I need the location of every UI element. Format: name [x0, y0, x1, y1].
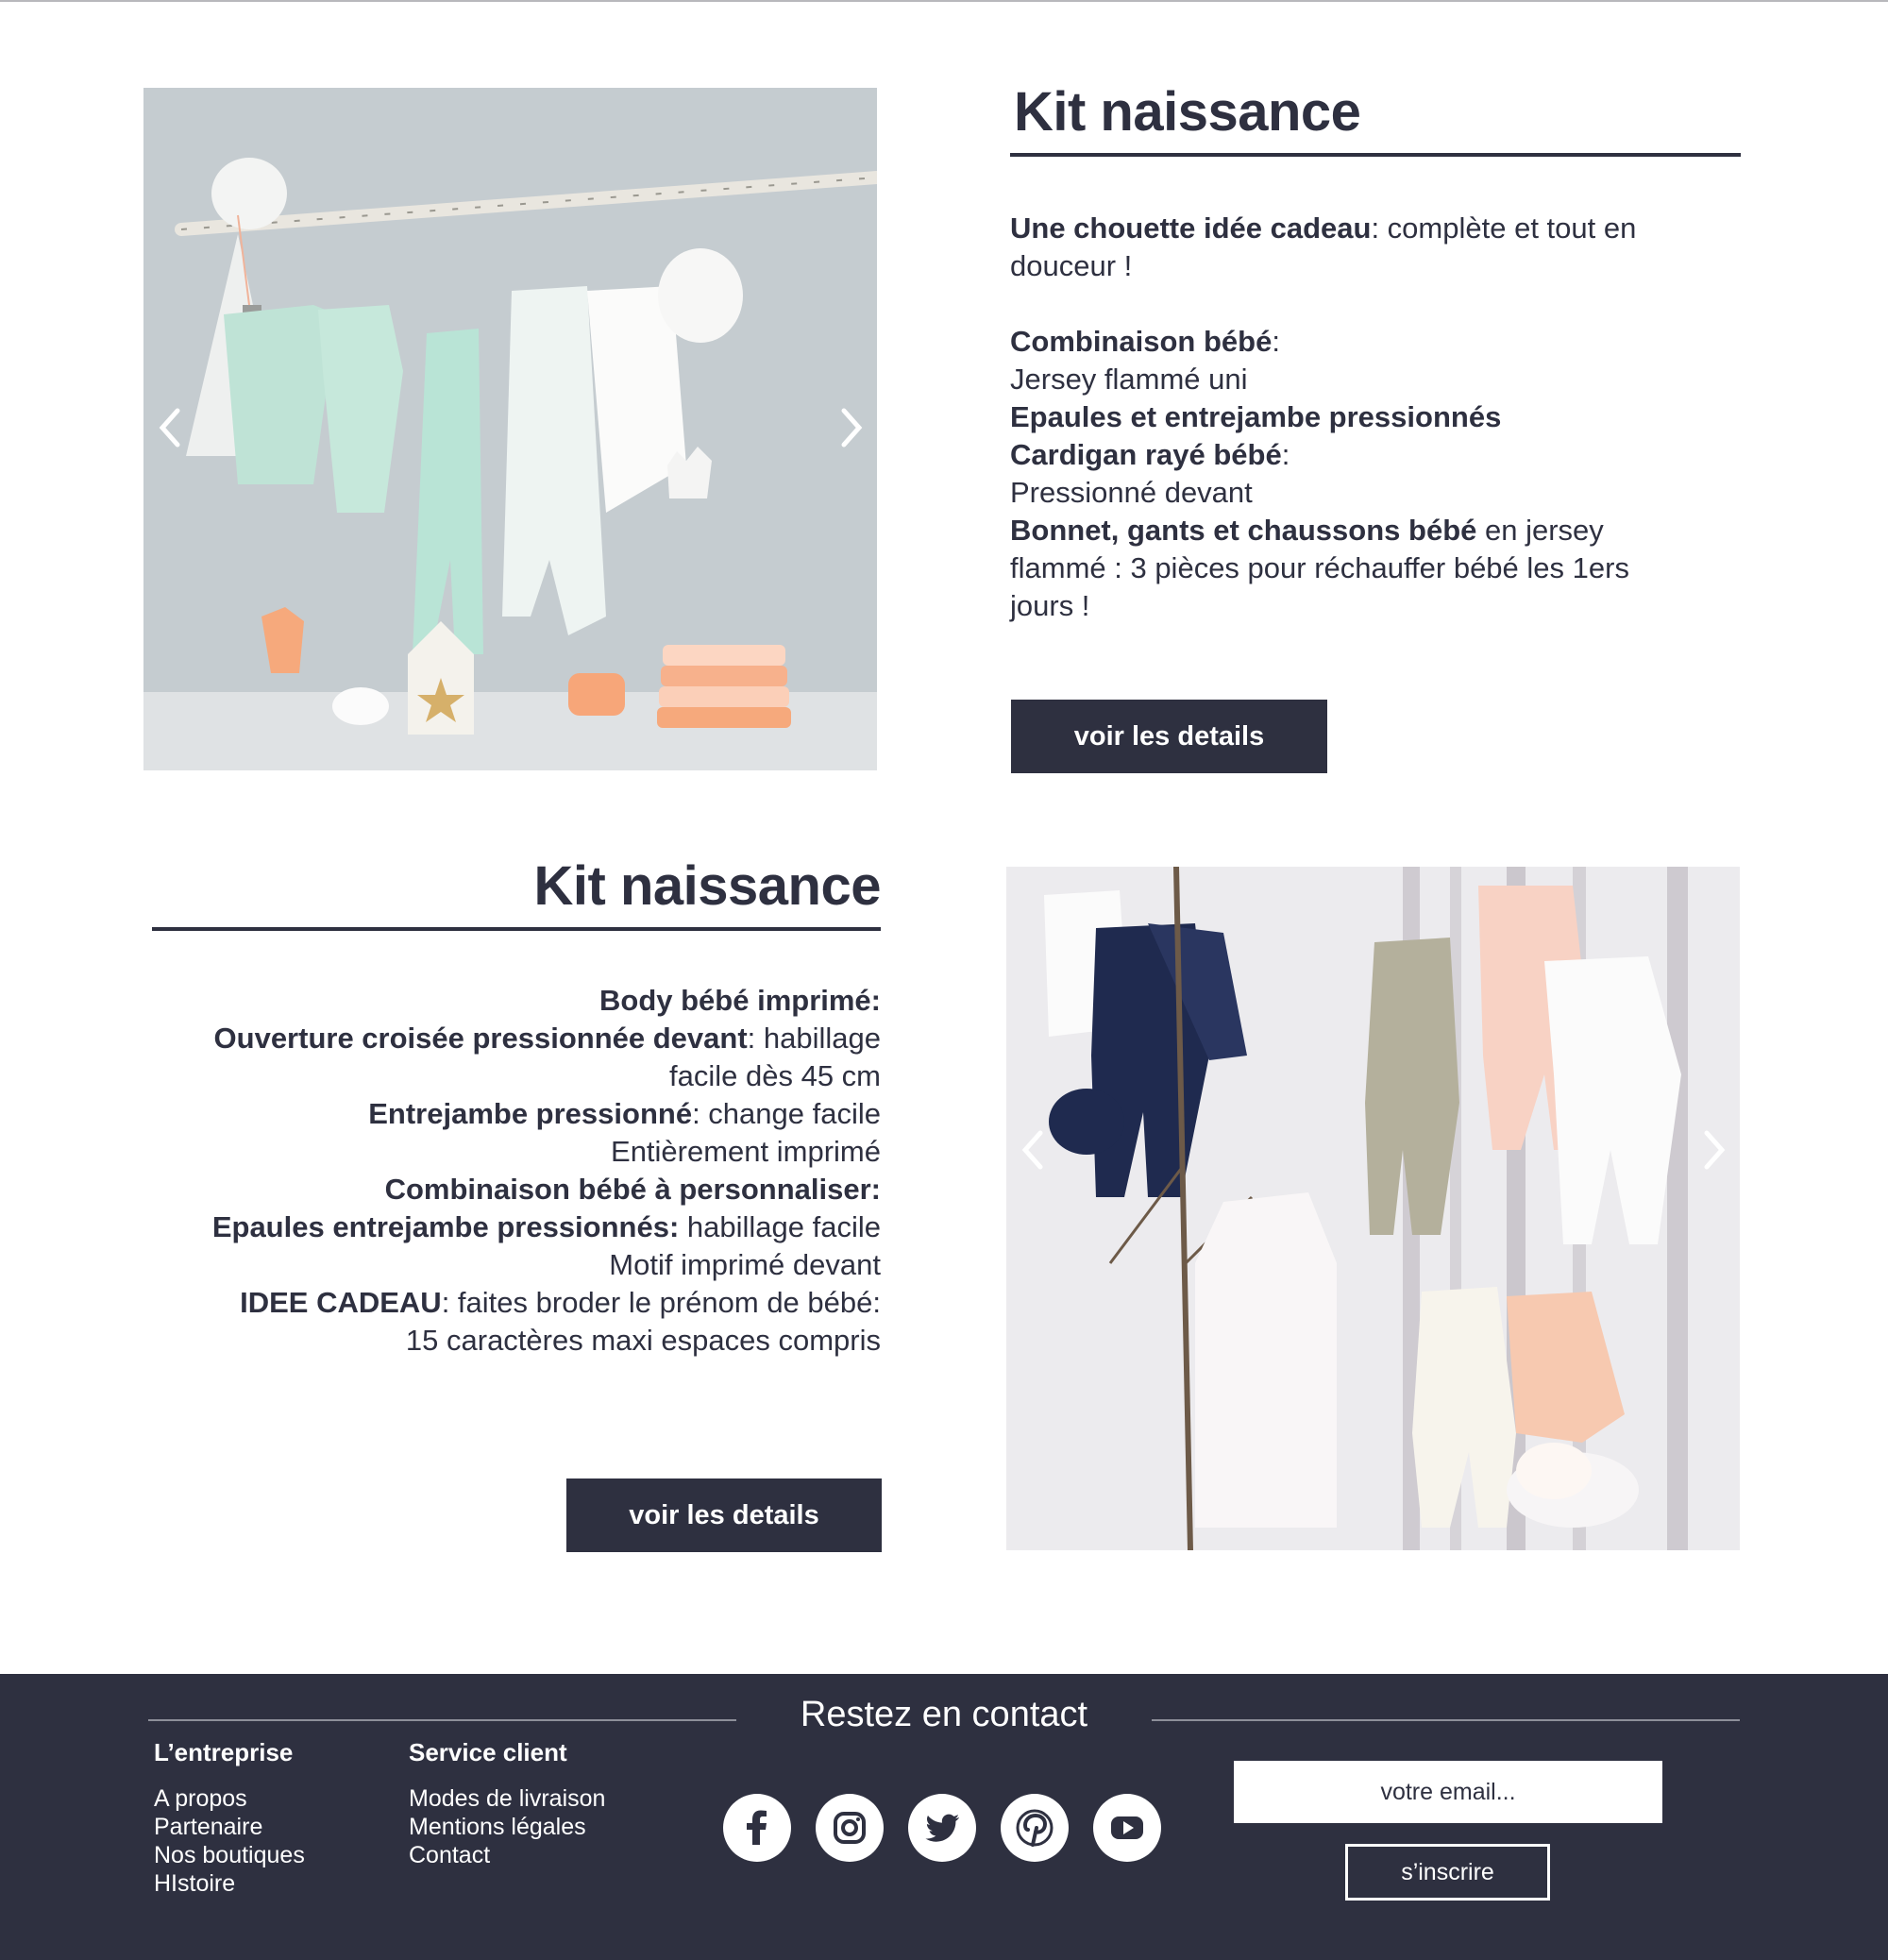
footer-column-title: L’entreprise [154, 1738, 294, 1766]
description-text: : change facile [692, 1097, 881, 1130]
description-line: Entièrement imprimé [149, 1133, 881, 1171]
product-description: Body bébé imprimé: Ouverture croisée pres… [149, 982, 881, 1360]
description-text: : complète et tout en [1371, 211, 1637, 245]
site-footer: Restez en contact L’entreprise A propos … [0, 1674, 1888, 1960]
footer-contact-title: Restez en contact [800, 1695, 1088, 1734]
footer-divider-right [1152, 1719, 1740, 1721]
description-line: IDEE CADEAU: faites broder le prénom de … [149, 1284, 881, 1322]
description-text: : [1281, 438, 1290, 471]
product-title: Kit naissance [1014, 81, 1361, 143]
description-line: Body bébé imprimé: [149, 982, 881, 1020]
title-underline [1010, 153, 1741, 157]
description-bold-text: Cardigan rayé bébé [1010, 438, 1282, 471]
description-line: Pressionné devant [1010, 474, 1741, 512]
description-text: facile dès 45 cm [669, 1059, 881, 1092]
carousel-prev-arrow-icon[interactable] [151, 399, 189, 456]
footer-link-partner[interactable]: Partenaire [154, 1813, 305, 1841]
description-bold-text: Combinaison bébé à personnaliser: [384, 1173, 881, 1206]
description-text: habillage facile [679, 1210, 881, 1243]
product-photo-baby-clothes [143, 88, 877, 770]
description-bold-text: Combinaison bébé [1010, 325, 1273, 358]
description-text: Pressionné devant [1010, 476, 1253, 509]
description-line: Motif imprimé devant [149, 1246, 881, 1284]
description-line: Cardigan rayé bébé: [1010, 436, 1741, 474]
description-text: flammé : 3 pièces pour réchauffer bébé l… [1010, 551, 1629, 584]
instagram-icon[interactable] [816, 1794, 884, 1862]
footer-link-delivery[interactable]: Modes de livraison [409, 1784, 605, 1813]
footer-column-customer-service: Service client Modes de livraison Mentio… [409, 1738, 605, 1869]
description-line: Epaules et entrejambe pressionnés [1010, 398, 1741, 436]
newsletter-email-input[interactable] [1234, 1761, 1662, 1823]
description-text: : habillage [747, 1022, 881, 1055]
description-bold-text: Une chouette idée cadeau [1010, 211, 1372, 245]
description-bold-text: Epaules entrejambe pressionnés: [211, 1210, 680, 1243]
description-text: jours ! [1010, 589, 1090, 622]
newsletter-subscribe-button[interactable]: s’inscrire [1345, 1844, 1550, 1901]
description-line: 15 caractères maxi espaces compris [149, 1322, 881, 1360]
description-text: Motif imprimé devant [609, 1248, 881, 1281]
description-line: Bonnet, gants et chaussons bébé en jerse… [1010, 512, 1741, 549]
footer-column-company: L’entreprise A propos Partenaire Nos bou… [154, 1738, 305, 1898]
description-line: Epaules entrejambe pressionnés: habillag… [149, 1208, 881, 1246]
description-bold-text: Body bébé imprimé: [599, 984, 881, 1017]
footer-column-title: Service client [409, 1738, 567, 1766]
description-text: Entièrement imprimé [611, 1135, 881, 1168]
product-image-carousel-2[interactable] [1006, 867, 1740, 1550]
product-image-carousel-1[interactable] [143, 88, 877, 770]
description-bold-text: Ouverture croisée pressionnée devant [213, 1022, 748, 1055]
pinterest-icon[interactable] [1001, 1794, 1069, 1862]
description-bold-text: Bonnet, gants et chaussons bébé [1010, 514, 1477, 547]
product-info-1: Kit naissance Une chouette idée cadeau: … [1010, 81, 1741, 622]
footer-link-contact[interactable]: Contact [409, 1841, 605, 1869]
twitter-icon[interactable] [908, 1794, 976, 1862]
carousel-next-arrow-icon[interactable] [833, 399, 870, 456]
description-bold-text: Entrejambe pressionné [368, 1097, 693, 1130]
description-line: Jersey flammé uni [1010, 361, 1741, 398]
product-title: Kit naissance [533, 855, 882, 917]
footer-link-history[interactable]: HIstoire [154, 1869, 305, 1898]
description-line: Combinaison bébé à personnaliser: [149, 1171, 881, 1208]
product-info-2: Kit naissance Body bébé imprimé: Ouvertur… [149, 855, 882, 1357]
footer-link-stores[interactable]: Nos boutiques [154, 1841, 305, 1869]
carousel-prev-arrow-icon[interactable] [1014, 1122, 1052, 1178]
description-text: Jersey flammé uni [1010, 363, 1248, 396]
carousel-next-arrow-icon[interactable] [1695, 1122, 1733, 1178]
description-line: Entrejambe pressionné: change facile [149, 1095, 881, 1133]
top-divider [0, 0, 1888, 2]
description-bold-text: IDEE CADEAU [240, 1286, 442, 1319]
youtube-icon[interactable] [1093, 1794, 1161, 1862]
description-line: Combinaison bébé: [1010, 323, 1741, 361]
description-line: jours ! [1010, 587, 1741, 625]
view-details-button[interactable]: voir les details [566, 1478, 882, 1552]
description-text: : [1272, 325, 1280, 358]
product-description: Une chouette idée cadeau: complète et to… [1010, 210, 1741, 625]
description-line: Une chouette idée cadeau: complète et to… [1010, 210, 1741, 247]
description-bold-text: Epaules et entrejambe pressionnés [1010, 400, 1502, 433]
facebook-icon[interactable] [723, 1794, 791, 1862]
social-links [723, 1794, 1186, 1862]
footer-link-about[interactable]: A propos [154, 1784, 305, 1813]
description-line: flammé : 3 pièces pour réchauffer bébé l… [1010, 549, 1741, 587]
description-line: Ouverture croisée pressionnée devant: ha… [149, 1020, 881, 1057]
view-details-button[interactable]: voir les details [1011, 700, 1327, 773]
description-line: facile dès 45 cm [149, 1057, 881, 1095]
description-text: : faites broder le prénom de bébé: [441, 1286, 881, 1319]
description-text: en jersey [1476, 514, 1604, 547]
footer-link-legal[interactable]: Mentions légales [409, 1813, 605, 1841]
title-underline [152, 927, 881, 931]
footer-divider-left [148, 1719, 736, 1721]
description-text: 15 caractères maxi espaces compris [405, 1324, 881, 1357]
description-line: douceur ! [1010, 247, 1741, 285]
description-text: douceur ! [1010, 249, 1133, 282]
product-photo-baby-pyjamas [1006, 867, 1740, 1550]
